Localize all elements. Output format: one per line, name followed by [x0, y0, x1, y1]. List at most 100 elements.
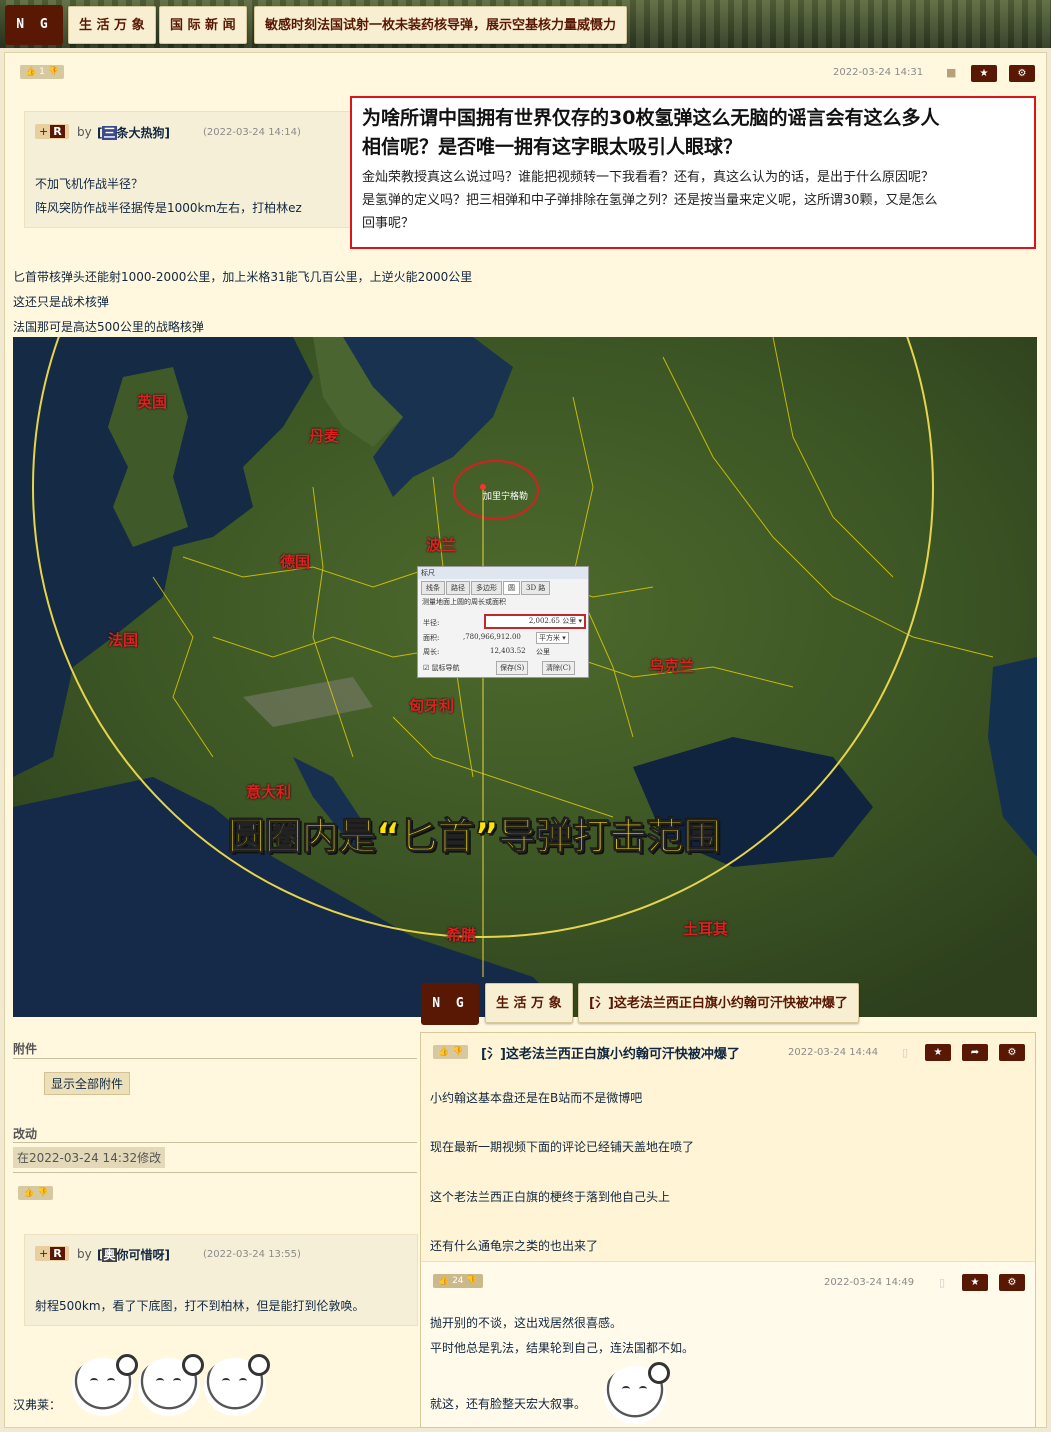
map-label-country: 乌克兰 — [649, 657, 695, 675]
ruler-tab[interactable]: 路径 — [446, 581, 470, 595]
sticker-emoji-icon — [204, 1354, 270, 1416]
mouse-nav-label: 鼠标导航 — [431, 664, 460, 672]
share-icon[interactable]: ➦ — [962, 1044, 988, 1061]
like-count: 24 — [452, 1276, 464, 1286]
radius-field[interactable]: 2,002.65 公里 ▾ — [484, 614, 586, 629]
quote-timestamp: (2022-03-24 14:14) — [203, 127, 301, 138]
settings-gear-icon[interactable]: ⚙ — [999, 1044, 1025, 1061]
map-label-country: 土耳其 — [683, 920, 729, 938]
favorite-star-icon[interactable]: ★ — [971, 65, 997, 82]
ruler-tab[interactable]: 线条 — [421, 581, 445, 595]
thread-title[interactable]: 敏感时刻法国试射一枚未装药核导弹，展示空基核力量威慑力 — [254, 6, 628, 44]
ruler-description: 测量地面上圆的周长或面积 — [422, 598, 506, 606]
like-button[interactable]: 👍 1 👎 — [20, 65, 64, 79]
quote-line: 阵风突防作战半径据传是1000km左右，打柏林ez — [35, 201, 302, 215]
question-body: 是氢弹的定义吗？把三相弹和中子弹排除在氢弹之列？还是按当量来定义呢，这所谓30颗… — [362, 193, 938, 208]
ruler-title: 标尺 — [418, 567, 588, 579]
quote-username[interactable]: [奥你可惜呀] — [97, 1246, 170, 1263]
area-unit: 平方米 — [539, 634, 560, 642]
ruler-tabs: 线条 路径 多边形圆 3D 路 — [418, 579, 588, 597]
phone-icon: ▯ — [939, 1276, 946, 1289]
ruler-tab-active[interactable]: 圆 — [503, 581, 520, 595]
android-icon: ■ — [946, 66, 957, 79]
ruler-dialog[interactable]: 标尺 线条 路径 多边形圆 3D 路 测量地面上圆的周长或面积 半径: 2,002.6… — [417, 566, 589, 678]
sticker-emoji-icon — [604, 1362, 670, 1424]
reply-line: 抛开别的不谈，这出戏居然很喜感。 — [430, 1316, 623, 1330]
map-label-country: 意大利 — [246, 783, 292, 801]
quote-username[interactable]: [三条大热狗] — [97, 124, 170, 141]
quote-by: by — [77, 1247, 92, 1261]
divider — [13, 1058, 417, 1059]
map-label-country: 波兰 — [426, 536, 457, 554]
ruler-radius-label: 半径: — [423, 619, 440, 627]
embedded-line: 这个老法兰西正白旗的梗终于落到他自己头上 — [430, 1190, 671, 1204]
sticker-emoji-icon — [138, 1354, 204, 1416]
nga-logo[interactable]: N G A — [5, 5, 63, 72]
like-button[interactable]: 👍 👎 — [433, 1045, 469, 1059]
reply-timestamp: 2022-03-24 14:49 — [824, 1277, 915, 1288]
quote-line: 射程500km，看了下底图，打不到柏林，但是能打到伦敦唤。 — [35, 1299, 365, 1313]
highlighted-question-box: 为啥所谓中国拥有世界仅存的30枚氢弹这么无脑的谣言会有这么多人 相信呢？是否唯一… — [350, 96, 1036, 249]
attachments-heading: 附件 — [13, 1042, 38, 1056]
reply-line: 平时他总是乳法，结果轮到自己，连法国都不如。 — [430, 1341, 695, 1355]
question-headline: 相信呢？是否唯一拥有这字眼太吸引人眼球？ — [362, 136, 743, 158]
post-body-line: 匕首带核弹头还能射1000-2000公里，加上米格31能飞几百公里，上逆火能20… — [13, 270, 473, 284]
settings-gear-icon[interactable]: ⚙ — [1009, 65, 1035, 82]
map-label-country: 法国 — [108, 631, 139, 649]
embedded-post-title: [氵]这老法兰西正白旗小约翰可汗快被冲爆了 — [481, 1047, 740, 1062]
user-avatar-icon: 奥 — [102, 1248, 117, 1262]
post-body-line: 这还只是战术核弹 — [13, 295, 110, 309]
map-label-country: 英国 — [137, 393, 168, 411]
sticker-emoji-icon — [72, 1354, 138, 1416]
area-unit-select[interactable]: 平方米 ▾ — [536, 632, 569, 644]
embedded-line: 还有什么通龟宗之类的也出来了 — [430, 1239, 599, 1253]
post-body-line: 法国那可是高达500公里的战略核弹 — [13, 320, 204, 334]
signature-label: 汉弗莱： — [13, 1398, 62, 1412]
like-button[interactable]: 👍 👎 — [18, 1186, 54, 1200]
show-all-attachments-button[interactable]: 显示全部附件 — [44, 1072, 131, 1095]
ruler-clear-button[interactable]: 清除(C) — [542, 661, 575, 675]
map-label-country: 德国 — [280, 553, 311, 571]
perimeter-unit: 公里 — [536, 648, 550, 656]
overlay-thread-title[interactable]: [氵]这老法兰西正白旗小约翰可汗快被冲爆了 — [578, 983, 859, 1023]
favorite-star-icon[interactable]: ★ — [925, 1044, 951, 1061]
radius-unit: 公里 — [562, 617, 577, 625]
map-label-country: 希腊 — [446, 926, 477, 944]
modified-note: 在2022-03-24 14:32修改 — [13, 1147, 166, 1168]
divider — [13, 1172, 417, 1173]
embedded-line: 现在最新一期视频下面的评论已经铺天盖地在喷了 — [430, 1140, 695, 1154]
ruler-area-label: 面积: — [423, 634, 440, 642]
user-avatar-icon: 三 — [102, 126, 117, 140]
breadcrumb-life[interactable]: 生 活 万 象 — [68, 6, 156, 44]
ruler-tab[interactable]: 多边形 — [471, 581, 502, 595]
favorite-star-icon[interactable]: ★ — [962, 1274, 988, 1291]
embedded-line: 小约翰这基本盘还是在B站而不是微博吧 — [430, 1091, 643, 1105]
post-timestamp: 2022-03-24 14:31 — [833, 67, 924, 78]
like-count: 1 — [39, 67, 45, 77]
reply-badge[interactable]: + R — [35, 124, 69, 139]
phone-icon: ▯ — [902, 1046, 909, 1059]
quote-timestamp: (2022-03-24 13:55) — [203, 1249, 301, 1260]
question-body: 回事呢？ — [362, 216, 415, 231]
overlay-nga-logo[interactable]: N G A — [421, 983, 479, 1053]
changes-heading: 改动 — [13, 1127, 38, 1141]
ruler-save-button[interactable]: 保存(S) — [496, 661, 529, 675]
quote-username-text: 你可惜呀] — [116, 1248, 171, 1262]
like-button[interactable]: 👍 24 👎 — [433, 1274, 483, 1288]
area-value: ,780,966,912.00 — [463, 633, 521, 641]
radius-value: 2,002.65 — [528, 617, 561, 625]
settings-gear-icon[interactable]: ⚙ — [999, 1274, 1025, 1291]
breadcrumb-intl-news[interactable]: 国 际 新 闻 — [159, 6, 247, 44]
map-target-label: 加里宁格勒 — [483, 492, 529, 502]
quote-username-text: 条大热狗] — [116, 126, 171, 140]
perimeter-value: 12,403.52 — [490, 647, 526, 655]
map-caption: 圆圈内是“匕首”导弹打击范围 — [228, 815, 722, 859]
quote-line: 不加飞机作战半径？ — [35, 177, 144, 191]
divider — [13, 1142, 417, 1143]
mouse-nav-checkbox[interactable]: ☑ 鼠标导航 — [423, 663, 460, 673]
reply-line: 就这，还有脸整天宏大叙事。 — [430, 1397, 587, 1411]
quote-by: by — [77, 125, 92, 139]
overlay-breadcrumb-life[interactable]: 生 活 万 象 — [485, 983, 573, 1023]
reply-badge[interactable]: + R — [35, 1246, 69, 1261]
ruler-tab[interactable]: 3D 路 — [521, 581, 551, 595]
